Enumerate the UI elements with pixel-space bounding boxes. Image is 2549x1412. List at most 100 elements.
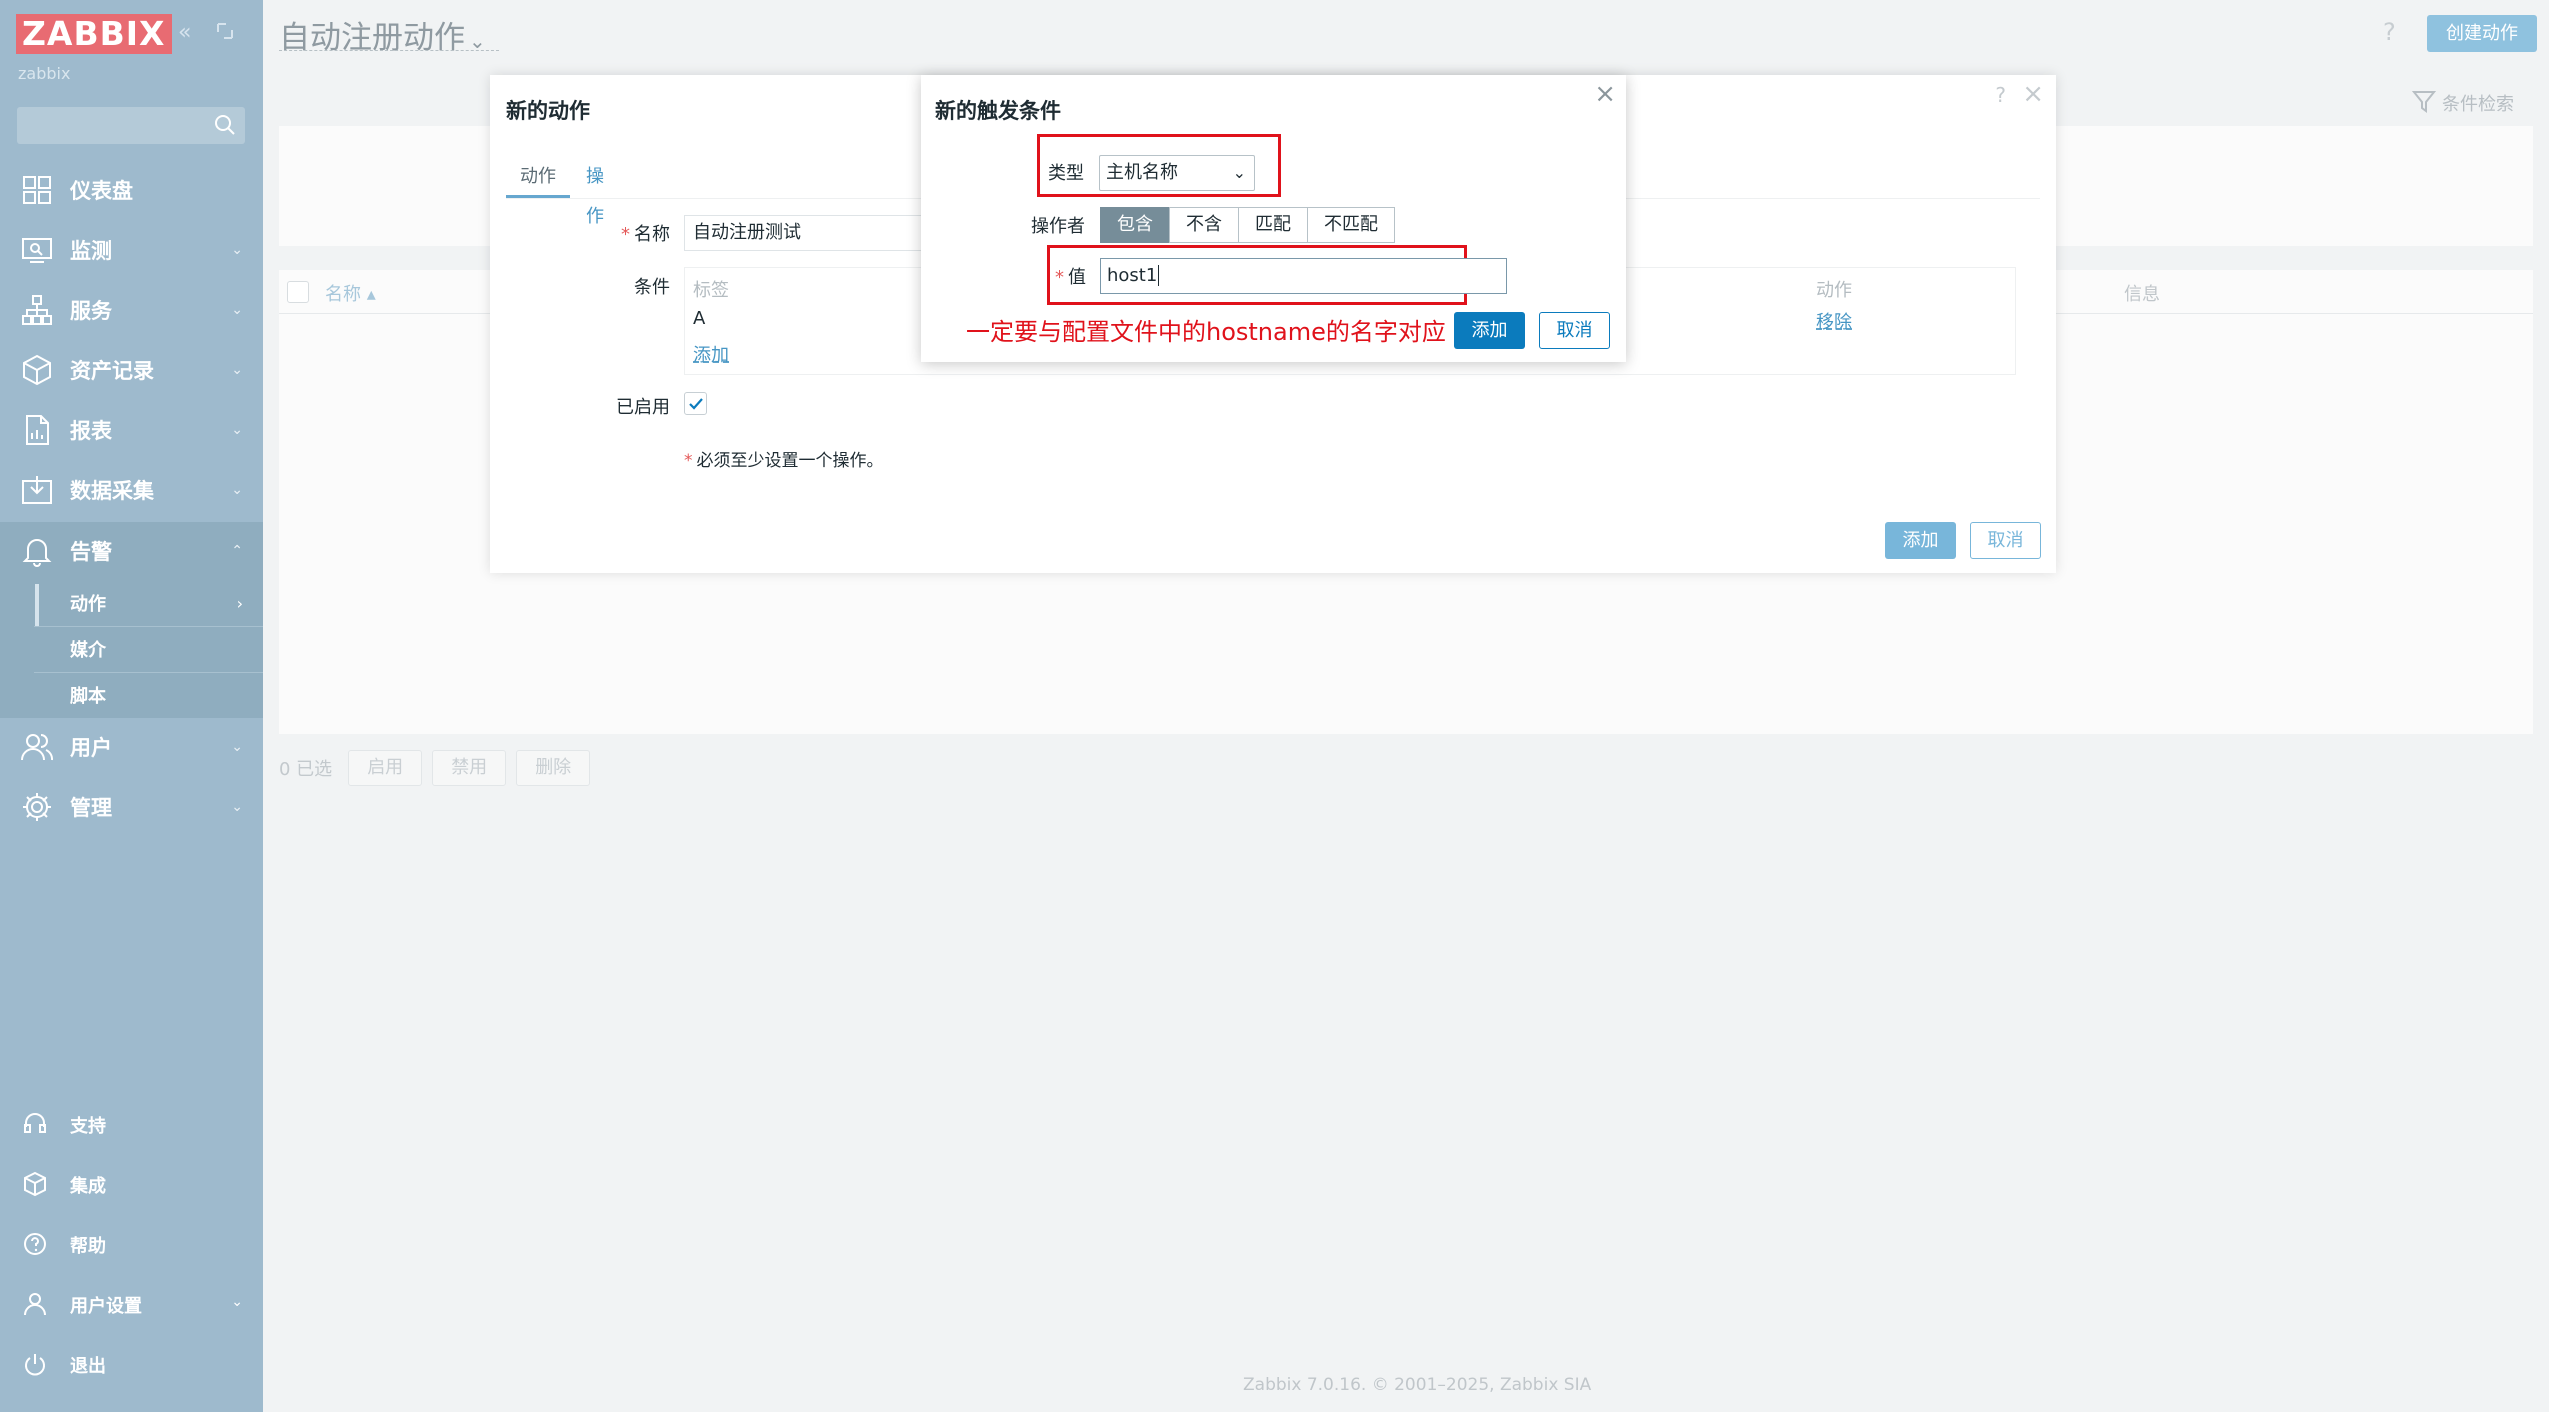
menu-item-users[interactable]: 用户 ⌄ (0, 718, 263, 776)
gear-icon (23, 793, 51, 821)
add-action-button[interactable]: 添加 (1885, 522, 1956, 559)
condition-remove-link[interactable]: 移除 (1816, 308, 1852, 334)
filter-tab[interactable]: 条件检索 (2402, 82, 2532, 122)
menu-item-reports[interactable]: 报表 ⌄ (0, 401, 263, 459)
services-icon (22, 295, 52, 325)
integrations-icon (24, 1171, 46, 1197)
submenu-item-actions[interactable]: 动作 › (34, 580, 263, 626)
operator-not-contains[interactable]: 不含 (1169, 207, 1239, 243)
mass-action-bar: 0 已选 启用 禁用 删除 (279, 750, 591, 786)
dialog-help-icon[interactable]: ? (1995, 83, 2006, 107)
tab-operations[interactable]: 操作 (586, 157, 604, 227)
chevron-down-icon: ⌄ (231, 482, 243, 498)
kiosk-mode-icon[interactable] (214, 20, 236, 48)
chevron-down-icon: ⌄ (231, 242, 243, 258)
menu-item-sign-out[interactable]: 退出 (0, 1338, 263, 1390)
name-label: * 名称 (560, 220, 670, 246)
chevron-right-icon: › (236, 593, 243, 613)
menu-label-dashboard: 仪表盘 (70, 179, 133, 203)
column-name-header[interactable]: 名称 ▴ (325, 280, 376, 306)
submenu-label-actions: 动作 (70, 594, 106, 615)
value-label: * 值 (1055, 263, 1086, 289)
column-info-header: 信息 (2124, 284, 2160, 305)
menu-item-alerts[interactable]: 告警 ⌃ (0, 522, 263, 580)
server-name: zabbix (18, 64, 71, 83)
menu-item-monitoring[interactable]: 监测 ⌄ (0, 221, 263, 279)
close-icon[interactable]: × (1594, 79, 1616, 109)
zabbix-logo[interactable]: ZABBIX (16, 14, 172, 54)
help-icon (24, 1233, 46, 1255)
menu-item-integrations[interactable]: 集成 (0, 1158, 263, 1210)
menu-label-help: 帮助 (70, 1236, 106, 1257)
select-all-checkbox[interactable] (287, 281, 309, 303)
menu-item-data-collection[interactable]: 数据采集 ⌄ (0, 461, 263, 519)
chevron-down-icon: ⌄ (231, 799, 243, 815)
menu-item-help[interactable]: 帮助 (0, 1218, 263, 1270)
action-name-input[interactable]: 自动注册测试 (684, 215, 934, 251)
menu-item-inventory[interactable]: 资产记录 ⌄ (0, 341, 263, 399)
menu-label-integrations: 集成 (70, 1176, 106, 1197)
headset-icon (24, 1113, 46, 1133)
value-input-text: host1 (1107, 265, 1158, 286)
operator-not-matches[interactable]: 不匹配 (1307, 207, 1395, 243)
sidebar: ZABBIX « zabbix 仪表盘 监测 ⌄ 服务 ⌄ 资产记录 ⌄ 报表 … (0, 0, 263, 1412)
user-settings-icon (24, 1293, 46, 1316)
type-select-value: 主机名称 (1106, 162, 1178, 183)
menu-item-user-settings[interactable]: 用户设置 ⌄ (0, 1278, 263, 1330)
operator-matches[interactable]: 匹配 (1238, 207, 1308, 243)
conditions-col-action: 动作 (1816, 280, 1852, 301)
menu-item-support[interactable]: 支持 (0, 1098, 263, 1150)
enabled-label: 已启用 (616, 397, 670, 418)
menu-item-dashboard[interactable]: 仪表盘 (0, 161, 263, 219)
enabled-checkbox[interactable] (684, 392, 707, 415)
menu-item-services[interactable]: 服务 ⌄ (0, 281, 263, 339)
menu-label-support: 支持 (70, 1116, 106, 1137)
menu-label-alerts: 告警 (70, 540, 112, 564)
chevron-down-icon: ⌄ (231, 1294, 243, 1310)
add-condition-link[interactable]: 添加 (693, 341, 729, 367)
dashboard-icon (23, 176, 51, 204)
cancel-condition-button[interactable]: 取消 (1539, 312, 1610, 349)
value-input[interactable]: host1 (1100, 258, 1507, 294)
chevron-down-icon: ⌄ (231, 422, 243, 438)
selected-count: 0 已选 (279, 759, 333, 780)
operator-radio-group: 包含 不含 匹配 不匹配 (1100, 207, 1395, 243)
type-select[interactable]: 主机名称 ⌄ (1099, 155, 1255, 191)
chevron-down-icon: ⌄ (231, 362, 243, 378)
annotation-note: 一定要与配置文件中的hostname的名字对应 (966, 318, 1446, 346)
dialog-title: 新的动作 (506, 99, 590, 123)
menu-label-user-settings: 用户设置 (70, 1296, 142, 1317)
chevron-down-icon: ⌄ (1232, 163, 1246, 182)
tab-action[interactable]: 动作 (506, 157, 570, 199)
operator-contains[interactable]: 包含 (1100, 207, 1170, 243)
menu-item-administration[interactable]: 管理 ⌄ (0, 778, 263, 836)
operator-label: 操作者 (1031, 216, 1085, 237)
dialog-title: 新的触发条件 (935, 99, 1061, 123)
monitoring-icon (22, 238, 52, 263)
add-condition-button[interactable]: 添加 (1454, 312, 1525, 349)
cancel-action-button[interactable]: 取消 (1970, 522, 2041, 559)
submenu-item-media[interactable]: 媒介 (34, 626, 263, 672)
data-collection-icon (22, 476, 52, 504)
submenu-item-scripts[interactable]: 脚本 (34, 672, 263, 718)
menu-label-data-collection: 数据采集 (70, 479, 154, 503)
operations-required-note: * 必须至少设置一个操作。 (684, 446, 884, 471)
conditions-col-label: 标签 (693, 280, 729, 301)
search-icon[interactable] (213, 113, 237, 137)
collapse-sidebar-icon[interactable]: « (178, 20, 191, 45)
menu-label-sign-out: 退出 (70, 1356, 106, 1377)
enable-button[interactable]: 启用 (348, 750, 423, 786)
menu-label-users: 用户 (70, 736, 112, 760)
title-underline (279, 50, 499, 51)
create-action-button[interactable]: 创建动作 (2427, 15, 2537, 52)
new-condition-dialog: 新的触发条件 × 类型 主机名称 ⌄ 操作者 包含 不含 匹配 不匹配 * 值 h… (921, 75, 1626, 362)
sidebar-search-input[interactable] (17, 107, 245, 144)
submenu-label-media: 媒介 (70, 640, 106, 661)
conditions-label: 条件 (634, 277, 670, 298)
text-cursor (1158, 265, 1160, 286)
disable-button[interactable]: 禁用 (432, 750, 507, 786)
delete-button[interactable]: 删除 (516, 750, 591, 786)
page-help-icon[interactable]: ? (2383, 18, 2396, 46)
close-icon[interactable]: × (2022, 79, 2044, 109)
required-marker: * (1055, 267, 1064, 288)
